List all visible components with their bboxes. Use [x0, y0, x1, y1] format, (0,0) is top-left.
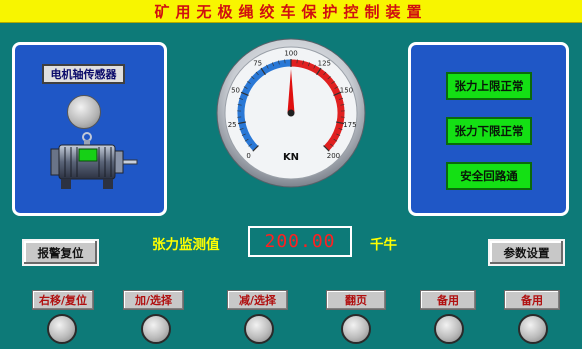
title-bar: 矿用无极绳绞车保护控制装置 — [0, 0, 582, 23]
tension-label: 张力监测值 — [152, 237, 220, 253]
knob-add-select[interactable] — [141, 314, 171, 344]
gauge-tick-label: 50 — [231, 87, 240, 95]
motor-sensor-panel: 电机轴传感器 — [12, 42, 167, 216]
spare-button-2[interactable]: 备用 — [504, 290, 560, 310]
gauge-tick-label: 175 — [343, 121, 356, 129]
tension-value: 200.00 — [264, 231, 336, 252]
status-panel: 张力上限正常 张力下限正常 安全回路通 — [408, 42, 569, 216]
knob-move-right-reset[interactable] — [47, 314, 77, 344]
spare-button-1[interactable]: 备用 — [420, 290, 476, 310]
sensor-label: 电机轴传感器 — [42, 64, 125, 84]
motor-icon — [50, 132, 138, 189]
knob-page-turn[interactable] — [341, 314, 371, 344]
gauge-tick-label: 125 — [318, 60, 331, 68]
subtract-select-button[interactable]: 减/选择 — [227, 290, 288, 310]
page-title: 矿用无极绳绞车保护控制装置 — [154, 2, 428, 21]
gauge-tick-label: 25 — [228, 121, 237, 129]
page-turn-button[interactable]: 翻页 — [326, 290, 386, 310]
upper-limit-status: 张力上限正常 — [446, 72, 532, 100]
knob-spare-1[interactable] — [434, 314, 464, 344]
gauge-tick-label: 150 — [340, 87, 353, 95]
lower-limit-status: 张力下限正常 — [446, 117, 532, 145]
gauge-tick-label: 0 — [246, 152, 250, 160]
knob-spare-2[interactable] — [518, 314, 548, 344]
tension-value-display: 200.00 — [248, 226, 352, 257]
tension-unit: 千牛 — [370, 237, 397, 253]
sensor-indicator-light — [67, 95, 101, 129]
move-right-reset-button[interactable]: 右移/复位 — [32, 290, 94, 310]
gauge-dial: 0 25 50 75 100 125 150 175 200 KN — [216, 38, 366, 188]
add-select-button[interactable]: 加/选择 — [123, 290, 184, 310]
gauge-unit: KN — [283, 152, 299, 163]
gauge-tick-label: 75 — [253, 60, 262, 68]
alarm-reset-button[interactable]: 报警复位 — [22, 239, 99, 266]
tension-gauge: 0 25 50 75 100 125 150 175 200 KN — [216, 38, 366, 188]
safety-circuit-status: 安全回路通 — [446, 162, 532, 190]
knob-subtract-select[interactable] — [244, 314, 274, 344]
gauge-tick-label: 200 — [327, 152, 340, 160]
parameter-settings-button[interactable]: 参数设置 — [488, 239, 565, 266]
gauge-tick-label: 100 — [284, 50, 297, 58]
